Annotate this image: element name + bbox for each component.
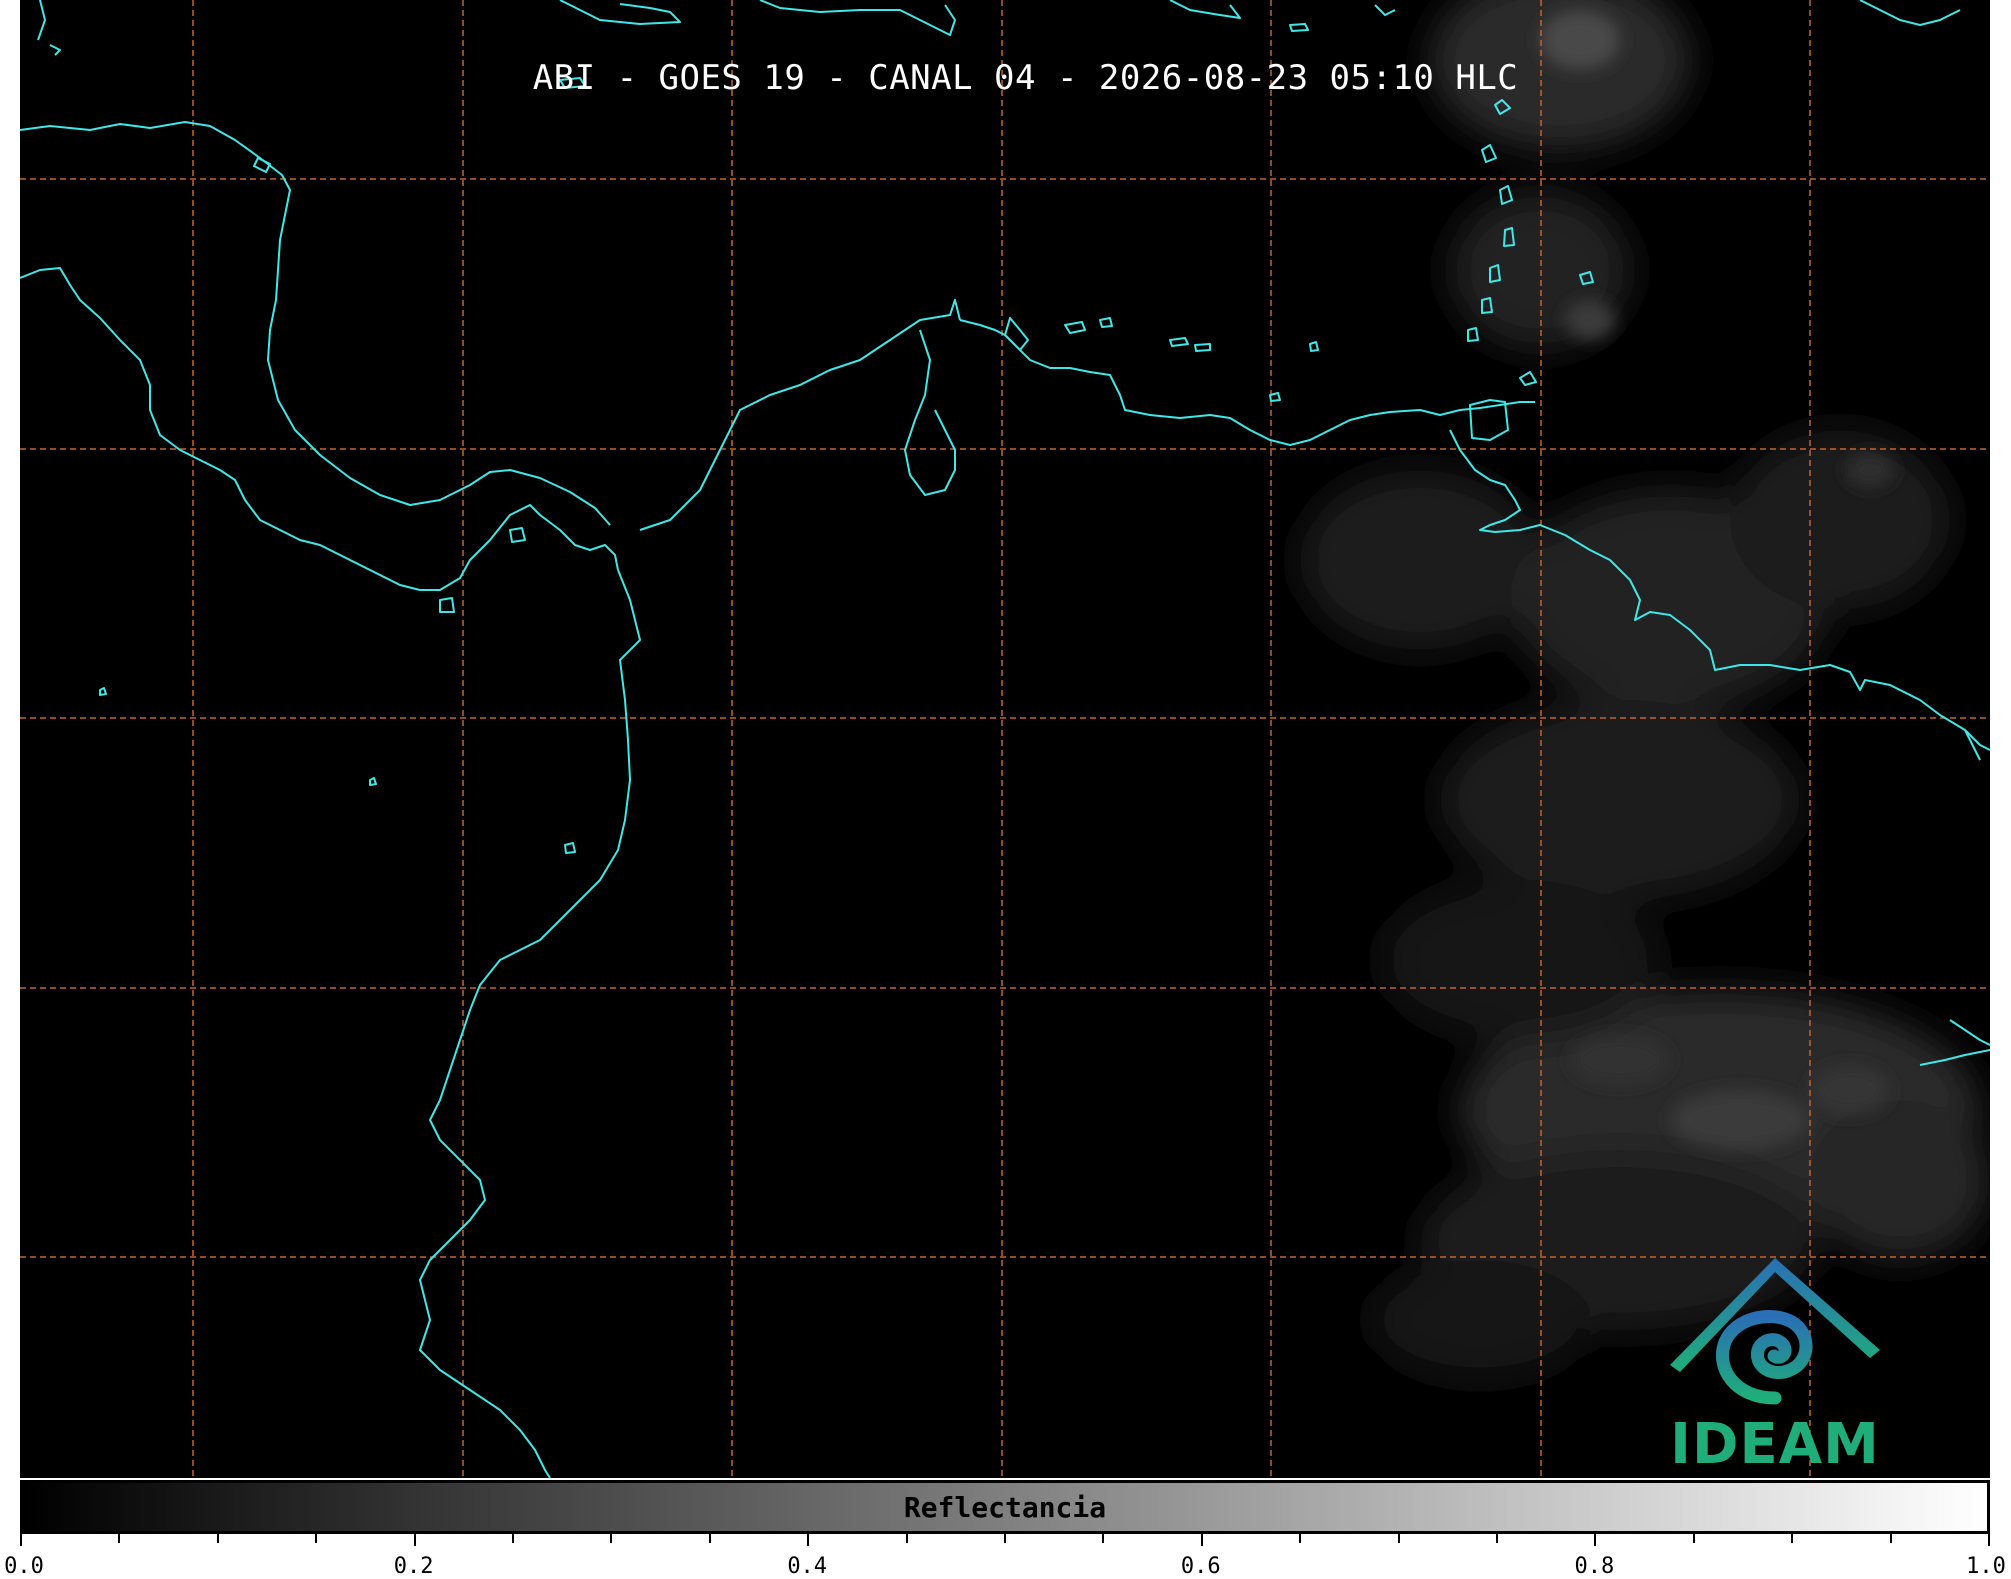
colorbar-minor-tick [708, 1534, 711, 1543]
colorbar-minor-tick [1692, 1534, 1695, 1543]
colorbar-label: Reflectancia [903, 1491, 1107, 1524]
colorbar-minor-tick [1397, 1534, 1400, 1543]
colorbar-major-tick [413, 1534, 416, 1546]
ideam-logo-icon [1670, 1258, 1880, 1405]
colorbar-major-tick [20, 1534, 22, 1546]
logo-text: IDEAM [1670, 1412, 1880, 1477]
cloud-cover [1300, 0, 1990, 1380]
ideam-logo: IDEAM [1660, 1250, 1890, 1477]
colorbar: Reflectancia [20, 1480, 1990, 1534]
colorbar-tick-label: 1.0 [1966, 1554, 2006, 1579]
colorbar-tick-label: 0.2 [393, 1554, 434, 1579]
colorbar-minor-tick [1496, 1534, 1498, 1543]
colorbar-tick-label: 0.6 [1180, 1554, 1221, 1579]
colorbar-tick-label: 0.4 [787, 1554, 828, 1579]
map-title: ABI - GOES 19 - CANAL 04 - 2026-08-23 05… [532, 58, 1519, 98]
colorbar-major-tick [807, 1534, 810, 1546]
colorbar-minor-tick [315, 1534, 318, 1543]
colorbar-tick-label: 0.0 [4, 1554, 44, 1579]
colorbar-minor-tick [1791, 1534, 1794, 1543]
colorbar-minor-tick [1299, 1534, 1302, 1543]
colorbar-major-tick [1594, 1534, 1597, 1546]
colorbar-major-tick [1988, 1534, 1990, 1546]
colorbar-tick-label: 0.8 [1574, 1554, 1615, 1579]
colorbar-axis: 0.0 0.2 0.4 0.6 0.8 1.0 [4, 1534, 2006, 1579]
colorbar-major-tick [1200, 1534, 1203, 1546]
colorbar-minor-tick [1889, 1534, 1892, 1543]
colorbar-minor-tick [216, 1534, 219, 1543]
colorbar-minor-tick [1102, 1534, 1105, 1543]
colorbar-minor-tick [610, 1534, 613, 1543]
colorbar-minor-tick [118, 1534, 121, 1543]
colorbar-minor-tick [1004, 1534, 1006, 1543]
colorbar-minor-tick [905, 1534, 908, 1543]
colorbar-minor-tick [512, 1534, 514, 1543]
